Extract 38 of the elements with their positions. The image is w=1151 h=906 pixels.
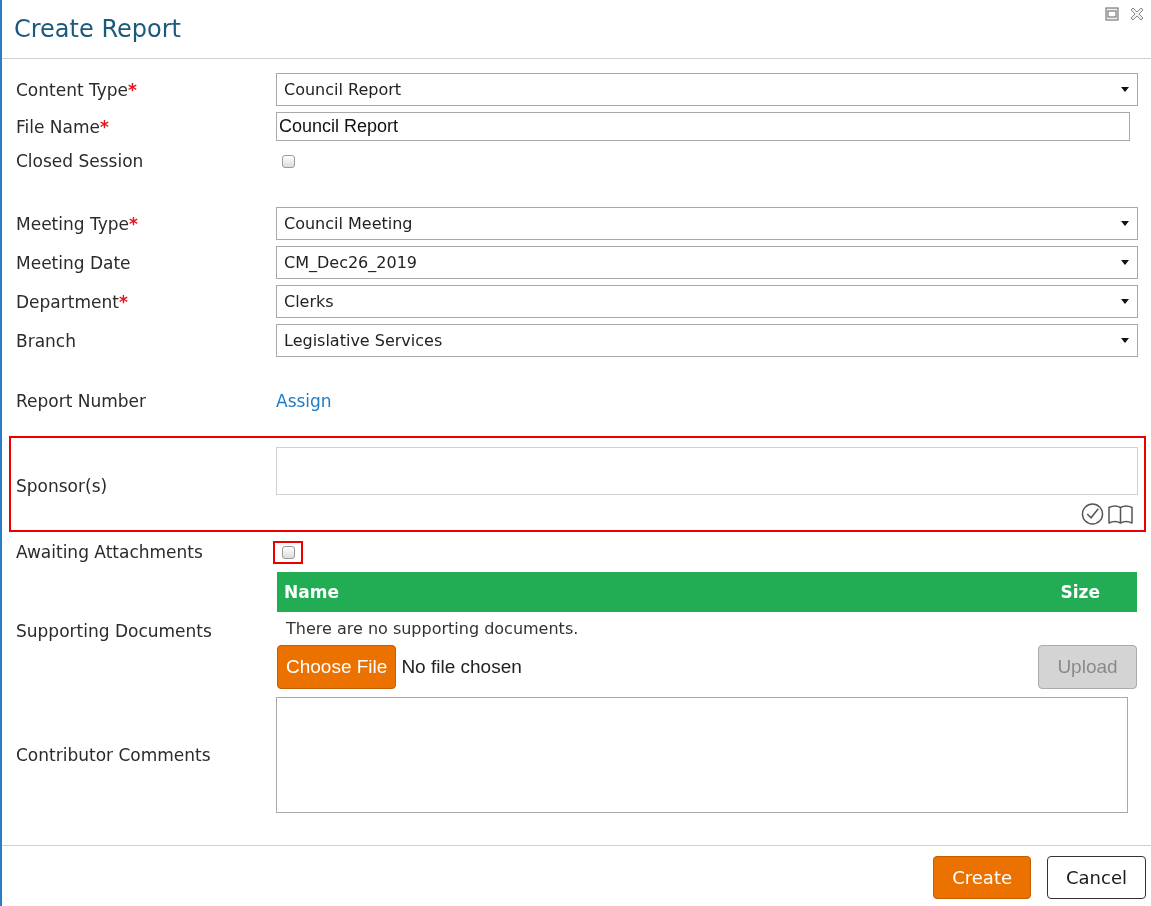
field-label: File Name* [16,115,109,138]
dropdown[interactable]: Clerks [276,285,1138,318]
restore-icon[interactable] [1105,7,1119,21]
close-icon[interactable] [1130,7,1144,21]
field-label: Content Type* [16,78,137,101]
column-header: Name [284,582,339,602]
field-label: Meeting Date [16,251,131,274]
link[interactable]: Assign [276,390,332,412]
checkbox[interactable] [282,154,295,168]
sponsor-field[interactable] [276,447,1138,495]
caret-icon [1121,87,1129,92]
field-label: Awaiting Attachments [16,541,203,563]
field-label: Department* [16,290,128,313]
cancel-button[interactable]: Cancel [1047,856,1146,899]
caret-icon [1121,299,1129,304]
field-label: Closed Session [16,150,144,172]
field-label: Contributor Comments [16,744,211,766]
dropdown[interactable]: CM_Dec26_2019 [276,246,1138,279]
caret-icon [1121,260,1129,265]
text-field[interactable]: Council Report [276,112,1130,141]
field-label: Branch [16,329,76,352]
field-label: Supporting Documents [16,619,212,642]
dialog-title: Create Report [14,14,181,44]
book-icon[interactable] [1108,503,1133,525]
checkbox[interactable] [282,545,295,559]
caret-icon [1121,221,1129,226]
field-label: Report Number [16,390,147,412]
caret-icon [1121,338,1129,343]
dropdown[interactable]: Legislative Services [276,324,1138,357]
file-status-text: No file chosen [401,656,522,678]
check-circle-icon[interactable] [1081,503,1104,525]
dropdown[interactable]: Council Report [276,73,1138,106]
empty-table-message: There are no supporting documents. [286,619,579,638]
comments-field[interactable] [276,697,1128,813]
column-header: Size [1060,582,1100,602]
field-label: Sponsor(s) [16,475,108,497]
dropdown[interactable]: Council Meeting [276,207,1138,240]
field-label: Meeting Type* [16,212,138,235]
